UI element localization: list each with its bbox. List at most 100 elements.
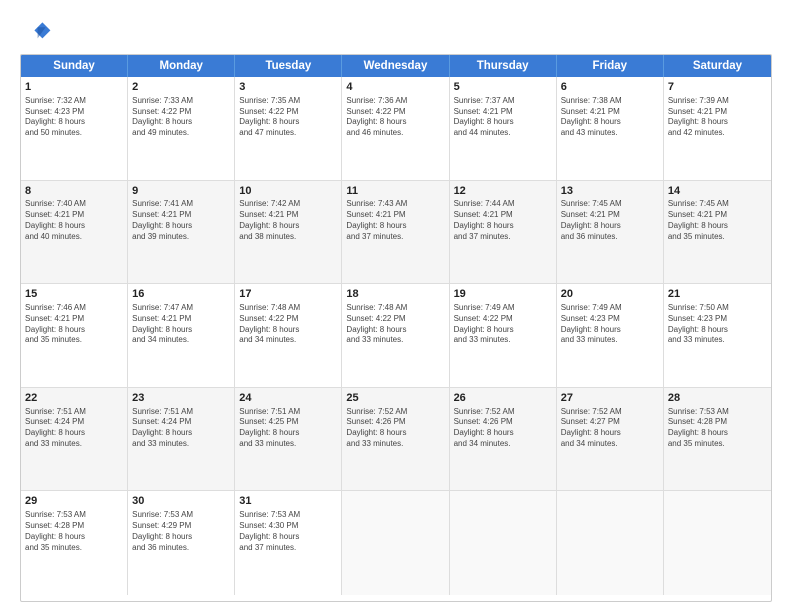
calendar-cell — [557, 491, 664, 595]
header-day-sunday: Sunday — [21, 55, 128, 77]
day-info: Sunrise: 7:52 AMSunset: 4:26 PMDaylight:… — [346, 407, 444, 450]
day-number: 2 — [132, 80, 230, 95]
day-info: Sunrise: 7:51 AMSunset: 4:24 PMDaylight:… — [132, 407, 230, 450]
day-info: Sunrise: 7:45 AMSunset: 4:21 PMDaylight:… — [561, 199, 659, 242]
day-info: Sunrise: 7:35 AMSunset: 4:22 PMDaylight:… — [239, 96, 337, 139]
day-number: 22 — [25, 391, 123, 406]
day-number: 1 — [25, 80, 123, 95]
day-number: 17 — [239, 287, 337, 302]
calendar-cell: 18Sunrise: 7:48 AMSunset: 4:22 PMDayligh… — [342, 284, 449, 387]
day-number: 10 — [239, 184, 337, 199]
day-number: 11 — [346, 184, 444, 199]
day-number: 27 — [561, 391, 659, 406]
day-info: Sunrise: 7:45 AMSunset: 4:21 PMDaylight:… — [668, 199, 767, 242]
calendar-cell: 25Sunrise: 7:52 AMSunset: 4:26 PMDayligh… — [342, 388, 449, 491]
day-info: Sunrise: 7:49 AMSunset: 4:23 PMDaylight:… — [561, 303, 659, 346]
calendar-cell: 31Sunrise: 7:53 AMSunset: 4:30 PMDayligh… — [235, 491, 342, 595]
day-number: 5 — [454, 80, 552, 95]
day-number: 21 — [668, 287, 767, 302]
day-info: Sunrise: 7:47 AMSunset: 4:21 PMDaylight:… — [132, 303, 230, 346]
calendar-cell: 20Sunrise: 7:49 AMSunset: 4:23 PMDayligh… — [557, 284, 664, 387]
calendar-week-1: 1Sunrise: 7:32 AMSunset: 4:23 PMDaylight… — [21, 77, 771, 181]
calendar-page: SundayMondayTuesdayWednesdayThursdayFrid… — [0, 0, 792, 612]
calendar-cell: 16Sunrise: 7:47 AMSunset: 4:21 PMDayligh… — [128, 284, 235, 387]
day-info: Sunrise: 7:37 AMSunset: 4:21 PMDaylight:… — [454, 96, 552, 139]
day-info: Sunrise: 7:50 AMSunset: 4:23 PMDaylight:… — [668, 303, 767, 346]
calendar-cell: 12Sunrise: 7:44 AMSunset: 4:21 PMDayligh… — [450, 181, 557, 284]
day-info: Sunrise: 7:33 AMSunset: 4:22 PMDaylight:… — [132, 96, 230, 139]
day-number: 31 — [239, 494, 337, 509]
day-number: 25 — [346, 391, 444, 406]
day-number: 14 — [668, 184, 767, 199]
calendar-cell: 5Sunrise: 7:37 AMSunset: 4:21 PMDaylight… — [450, 77, 557, 180]
day-number: 20 — [561, 287, 659, 302]
day-info: Sunrise: 7:40 AMSunset: 4:21 PMDaylight:… — [25, 199, 123, 242]
calendar-week-5: 29Sunrise: 7:53 AMSunset: 4:28 PMDayligh… — [21, 491, 771, 595]
day-info: Sunrise: 7:48 AMSunset: 4:22 PMDaylight:… — [346, 303, 444, 346]
day-number: 19 — [454, 287, 552, 302]
calendar-cell: 2Sunrise: 7:33 AMSunset: 4:22 PMDaylight… — [128, 77, 235, 180]
logo-icon — [20, 16, 52, 48]
calendar-body: 1Sunrise: 7:32 AMSunset: 4:23 PMDaylight… — [21, 77, 771, 595]
calendar-cell: 15Sunrise: 7:46 AMSunset: 4:21 PMDayligh… — [21, 284, 128, 387]
day-number: 4 — [346, 80, 444, 95]
calendar-cell: 11Sunrise: 7:43 AMSunset: 4:21 PMDayligh… — [342, 181, 449, 284]
day-number: 29 — [25, 494, 123, 509]
calendar-cell: 19Sunrise: 7:49 AMSunset: 4:22 PMDayligh… — [450, 284, 557, 387]
calendar-cell: 23Sunrise: 7:51 AMSunset: 4:24 PMDayligh… — [128, 388, 235, 491]
calendar-cell: 4Sunrise: 7:36 AMSunset: 4:22 PMDaylight… — [342, 77, 449, 180]
calendar-cell: 10Sunrise: 7:42 AMSunset: 4:21 PMDayligh… — [235, 181, 342, 284]
day-number: 23 — [132, 391, 230, 406]
day-number: 16 — [132, 287, 230, 302]
day-info: Sunrise: 7:43 AMSunset: 4:21 PMDaylight:… — [346, 199, 444, 242]
calendar-cell: 24Sunrise: 7:51 AMSunset: 4:25 PMDayligh… — [235, 388, 342, 491]
day-info: Sunrise: 7:51 AMSunset: 4:24 PMDaylight:… — [25, 407, 123, 450]
day-number: 30 — [132, 494, 230, 509]
day-info: Sunrise: 7:52 AMSunset: 4:26 PMDaylight:… — [454, 407, 552, 450]
header-day-saturday: Saturday — [664, 55, 771, 77]
day-info: Sunrise: 7:42 AMSunset: 4:21 PMDaylight:… — [239, 199, 337, 242]
day-number: 18 — [346, 287, 444, 302]
calendar-header: SundayMondayTuesdayWednesdayThursdayFrid… — [21, 55, 771, 77]
calendar-cell: 3Sunrise: 7:35 AMSunset: 4:22 PMDaylight… — [235, 77, 342, 180]
day-info: Sunrise: 7:52 AMSunset: 4:27 PMDaylight:… — [561, 407, 659, 450]
day-info: Sunrise: 7:44 AMSunset: 4:21 PMDaylight:… — [454, 199, 552, 242]
calendar-cell: 7Sunrise: 7:39 AMSunset: 4:21 PMDaylight… — [664, 77, 771, 180]
calendar-cell — [664, 491, 771, 595]
calendar-cell: 8Sunrise: 7:40 AMSunset: 4:21 PMDaylight… — [21, 181, 128, 284]
calendar-grid: SundayMondayTuesdayWednesdayThursdayFrid… — [20, 54, 772, 602]
day-number: 24 — [239, 391, 337, 406]
day-info: Sunrise: 7:41 AMSunset: 4:21 PMDaylight:… — [132, 199, 230, 242]
calendar-cell: 21Sunrise: 7:50 AMSunset: 4:23 PMDayligh… — [664, 284, 771, 387]
header-day-monday: Monday — [128, 55, 235, 77]
calendar-cell: 28Sunrise: 7:53 AMSunset: 4:28 PMDayligh… — [664, 388, 771, 491]
day-info: Sunrise: 7:53 AMSunset: 4:28 PMDaylight:… — [668, 407, 767, 450]
logo — [20, 16, 58, 48]
day-info: Sunrise: 7:49 AMSunset: 4:22 PMDaylight:… — [454, 303, 552, 346]
day-info: Sunrise: 7:46 AMSunset: 4:21 PMDaylight:… — [25, 303, 123, 346]
header-day-tuesday: Tuesday — [235, 55, 342, 77]
calendar-cell: 27Sunrise: 7:52 AMSunset: 4:27 PMDayligh… — [557, 388, 664, 491]
day-number: 7 — [668, 80, 767, 95]
header-day-wednesday: Wednesday — [342, 55, 449, 77]
day-number: 15 — [25, 287, 123, 302]
day-info: Sunrise: 7:32 AMSunset: 4:23 PMDaylight:… — [25, 96, 123, 139]
header-day-thursday: Thursday — [450, 55, 557, 77]
calendar-cell: 1Sunrise: 7:32 AMSunset: 4:23 PMDaylight… — [21, 77, 128, 180]
day-info: Sunrise: 7:39 AMSunset: 4:21 PMDaylight:… — [668, 96, 767, 139]
calendar-cell: 30Sunrise: 7:53 AMSunset: 4:29 PMDayligh… — [128, 491, 235, 595]
calendar-cell: 14Sunrise: 7:45 AMSunset: 4:21 PMDayligh… — [664, 181, 771, 284]
day-number: 28 — [668, 391, 767, 406]
day-number: 13 — [561, 184, 659, 199]
calendar-week-4: 22Sunrise: 7:51 AMSunset: 4:24 PMDayligh… — [21, 388, 771, 492]
calendar-cell: 22Sunrise: 7:51 AMSunset: 4:24 PMDayligh… — [21, 388, 128, 491]
day-number: 9 — [132, 184, 230, 199]
page-header — [20, 16, 772, 48]
day-info: Sunrise: 7:48 AMSunset: 4:22 PMDaylight:… — [239, 303, 337, 346]
day-info: Sunrise: 7:36 AMSunset: 4:22 PMDaylight:… — [346, 96, 444, 139]
calendar-cell: 6Sunrise: 7:38 AMSunset: 4:21 PMDaylight… — [557, 77, 664, 180]
calendar-week-3: 15Sunrise: 7:46 AMSunset: 4:21 PMDayligh… — [21, 284, 771, 388]
day-info: Sunrise: 7:53 AMSunset: 4:28 PMDaylight:… — [25, 510, 123, 553]
calendar-cell: 13Sunrise: 7:45 AMSunset: 4:21 PMDayligh… — [557, 181, 664, 284]
header-day-friday: Friday — [557, 55, 664, 77]
